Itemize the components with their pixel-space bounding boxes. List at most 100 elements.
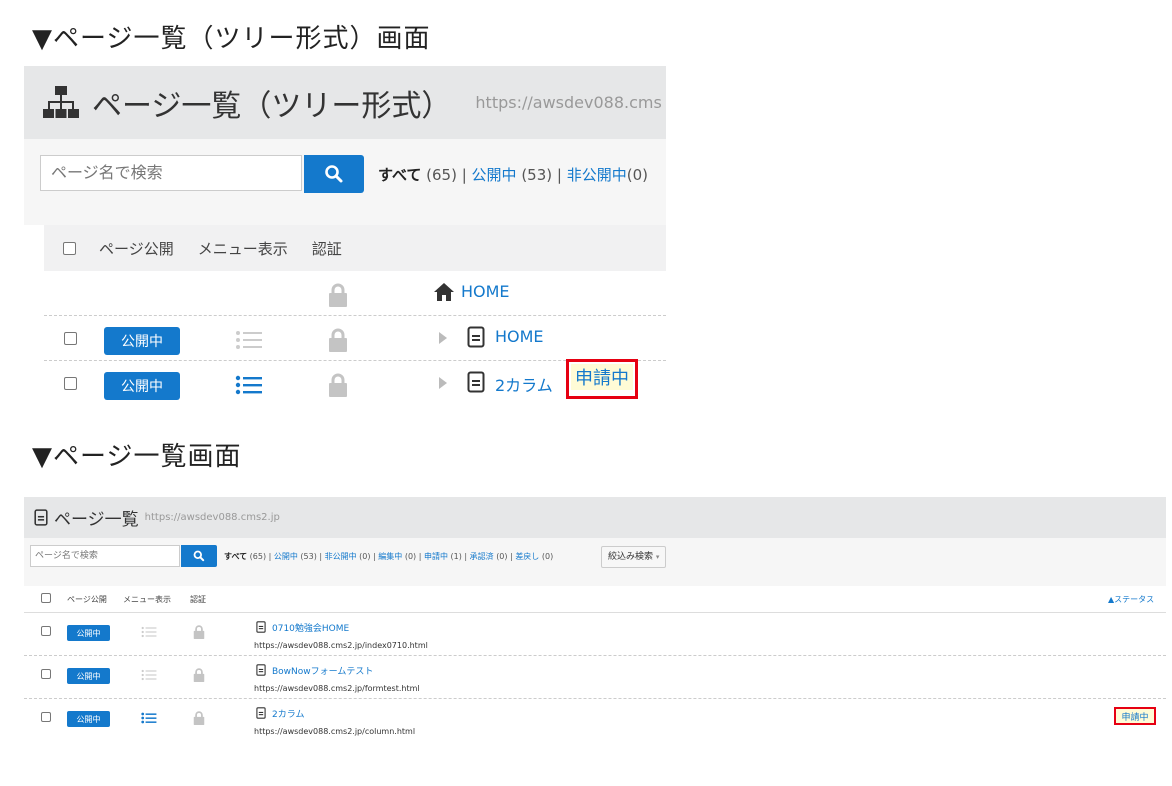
filter-editing-count: (0) [404,552,417,561]
filter-all[interactable]: すべて [224,552,247,561]
search-button[interactable] [181,545,217,567]
filter-applying-count: (1) [450,552,462,561]
filter-approved[interactable]: 承認済 [470,552,494,561]
filter-unpublished-count: (0) [626,166,648,184]
publish-toggle-button[interactable]: 公開中 [104,327,180,355]
page-url: https://awsdev088.cms2.jp/index0710.html [254,641,428,650]
page-title-link[interactable]: 2カラム [272,707,304,720]
table-row: 公開中 0710勉強会HOME https://awsdev088.cms2.j… [24,613,1166,656]
home-icon [433,282,455,302]
list-icon[interactable] [235,330,263,350]
filter-sentback-count: (0) [541,552,554,561]
list-view-panel: ページ一覧 https://awsdev088.cms2.jp ページ名で検索 … [24,497,1166,763]
search-input[interactable]: ページ名で検索 [30,545,180,567]
table-row: HOME [44,271,666,316]
table-row: 公開中 BowNowフォームテスト https://awsdev088.cms2… [24,656,1166,699]
status-filters: すべて (65) | 公開中 (53) | 非公開中(0) [378,166,648,184]
column-auth: 認証 [190,595,206,604]
search-button[interactable] [304,155,364,193]
publish-toggle-button[interactable]: 公開中 [67,625,110,641]
chevron-down-icon: ▾ [655,553,660,561]
page-url: https://awsdev088.cms2.jp/formtest.html [254,684,420,693]
lock-icon[interactable] [193,668,205,682]
spacer [24,576,1166,586]
page-title-link[interactable]: 2カラム [495,372,553,396]
list-view-titlebar: ページ一覧 https://awsdev088.cms2.jp [24,497,1166,538]
status-badge[interactable]: 申請中 [1114,707,1156,725]
lock-icon[interactable] [328,328,348,352]
filter-sentback[interactable]: 差戻し [515,552,539,561]
page-title: ページ一覧（ツリー形式） [92,88,452,124]
page-icon [256,707,266,719]
status-badge[interactable]: 申請中 [571,364,633,390]
page-icon [467,371,485,393]
table-row: 公開中 2カラム 申請中 [44,359,666,405]
column-publish: ページ公開 [99,239,174,258]
filter-published-count: (53) [521,166,553,184]
publish-toggle-button[interactable]: 公開中 [67,711,110,727]
publish-toggle-button[interactable]: 公開中 [67,668,110,684]
lock-icon[interactable] [328,373,348,397]
list-icon[interactable] [141,712,157,724]
list-icon[interactable] [235,375,263,395]
filter-unpublished[interactable]: 非公開中 [325,552,357,561]
sitemap-icon [42,84,80,122]
page-icon [34,509,48,526]
filter-editing[interactable]: 編集中 [378,552,402,561]
home-link[interactable]: HOME [461,282,510,301]
publish-toggle-button[interactable]: 公開中 [104,372,180,400]
filter-all-count: (65) [249,552,267,561]
page-title-link[interactable]: BowNowフォームテスト [272,664,373,677]
select-all-checkbox[interactable] [63,241,76,255]
filter-published[interactable]: 公開中 [274,552,298,561]
table-header: ページ公開 メニュー表示 認証 ▲ステータス [24,586,1166,613]
table-row: 公開中 2カラム https://awsdev088.cms2.jp/colum… [24,699,1166,741]
row-checkbox[interactable] [41,626,51,636]
filter-all-count: (65) [426,166,457,184]
filter-applying[interactable]: 申請中 [424,552,448,561]
search-icon [193,550,205,562]
tree-view-titlebar: ページ一覧（ツリー形式） https://awsdev088.cms [24,66,666,139]
status-highlight: 申請中 [566,359,638,399]
page-tree-table: ページ公開 メニュー表示 認証 HOME 公開中 HOME 公開中 2カラム 申… [44,225,666,405]
column-status-sort[interactable]: ▲ステータス [1108,594,1154,605]
column-menu: メニュー表示 [123,595,171,604]
row-checkbox[interactable] [64,332,77,345]
filter-unpublished-count: (0) [359,552,371,561]
list-view-heading: ▼ページ一覧画面 [32,442,242,472]
triangle-right-icon[interactable] [438,331,448,345]
page-title-link[interactable]: 0710勉強会HOME [272,621,349,634]
page-icon [256,621,266,633]
search-icon [324,164,344,184]
page-title: ページ一覧 [54,510,139,530]
status-filters: すべて (65) | 公開中 (53) | 非公開中 (0) | 編集中 (0)… [224,552,554,561]
search-bar: ページ名で検索 すべて (65) | 公開中 (53) | 非公開中 (0) |… [24,538,1166,576]
column-auth: 認証 [311,239,342,258]
filter-unpublished[interactable]: 非公開中 [567,166,627,184]
list-icon[interactable] [141,669,157,681]
row-checkbox[interactable] [41,669,51,679]
triangle-right-icon[interactable] [438,376,448,390]
filter-all[interactable]: すべて [378,166,421,184]
table-header: ページ公開 メニュー表示 認証 [44,225,666,271]
page-title-link[interactable]: HOME [495,327,544,346]
page-url: https://awsdev088.cms2.jp/column.html [254,727,416,736]
filter-approved-count: (0) [496,552,508,561]
search-input[interactable]: ページ名で検索 [40,155,302,191]
spacer [24,205,666,225]
select-all-checkbox[interactable] [41,593,51,603]
narrow-search-button[interactable]: 絞込み検索 ▾ [601,546,667,568]
page-icon [256,664,266,676]
list-icon[interactable] [141,626,157,638]
filter-published-count: (53) [300,552,317,561]
lock-icon[interactable] [193,711,205,725]
filter-published[interactable]: 公開中 [472,166,517,184]
lock-icon[interactable] [193,625,205,639]
column-publish: ページ公開 [67,595,107,604]
row-checkbox[interactable] [64,377,77,390]
site-url: https://awsdev088.cms2.jp [144,512,280,523]
lock-icon[interactable] [328,283,348,307]
narrow-search-label: 絞込み検索 [608,552,654,562]
tree-view-heading: ▼ページ一覧（ツリー形式）画面 [32,24,431,54]
row-checkbox[interactable] [41,712,51,722]
